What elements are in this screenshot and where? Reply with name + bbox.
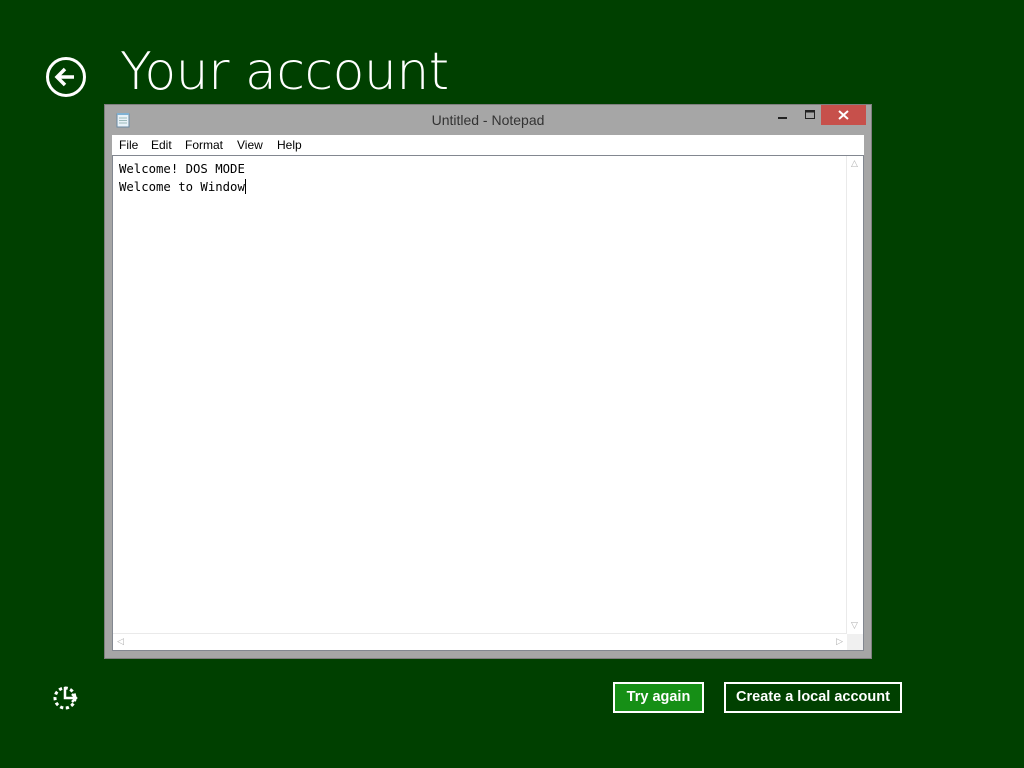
minimize-button[interactable] — [769, 105, 795, 125]
menu-help[interactable]: Help — [277, 138, 302, 152]
back-button[interactable] — [45, 56, 87, 98]
editor-text[interactable]: Welcome! DOS MODE Welcome to Window — [119, 160, 246, 196]
menu-bar: File Edit Format View Help — [112, 135, 864, 155]
page-title: Your account — [120, 42, 449, 102]
scroll-left-icon[interactable]: ◁ — [117, 637, 124, 647]
try-again-button[interactable]: Try again — [613, 682, 704, 713]
maximize-button[interactable] — [797, 105, 823, 125]
menu-view[interactable]: View — [237, 138, 263, 152]
menu-format[interactable]: Format — [185, 138, 223, 152]
close-button[interactable] — [821, 105, 866, 125]
back-arrow-icon — [46, 57, 86, 97]
create-local-account-button[interactable]: Create a local account — [724, 682, 902, 713]
horizontal-scrollbar[interactable]: ◁ ▷ — [113, 633, 847, 650]
close-icon — [838, 110, 849, 120]
menu-file[interactable]: File — [119, 138, 138, 152]
scroll-down-icon[interactable]: ▽ — [851, 621, 858, 631]
menu-edit[interactable]: Edit — [151, 138, 172, 152]
scroll-right-icon[interactable]: ▷ — [836, 637, 843, 647]
text-line-1: Welcome! DOS MODE — [119, 162, 245, 176]
minimize-icon — [778, 117, 787, 119]
window-title: Untitled - Notepad — [431, 112, 545, 128]
title-bar[interactable]: Untitled - Notepad — [105, 105, 871, 135]
maximize-icon — [805, 110, 815, 119]
scrollbar-corner — [847, 634, 863, 650]
text-caret — [244, 179, 246, 194]
vertical-scrollbar[interactable]: △ ▽ — [846, 156, 863, 634]
notepad-window: Untitled - Notepad File Edit Format View… — [104, 104, 872, 659]
ease-of-access-button[interactable] — [52, 684, 80, 712]
text-line-2: Welcome to Window — [119, 180, 245, 194]
scroll-up-icon[interactable]: △ — [851, 159, 858, 169]
ease-of-access-icon — [53, 686, 78, 710]
text-editor[interactable]: Welcome! DOS MODE Welcome to Window △ ▽ … — [112, 155, 864, 651]
